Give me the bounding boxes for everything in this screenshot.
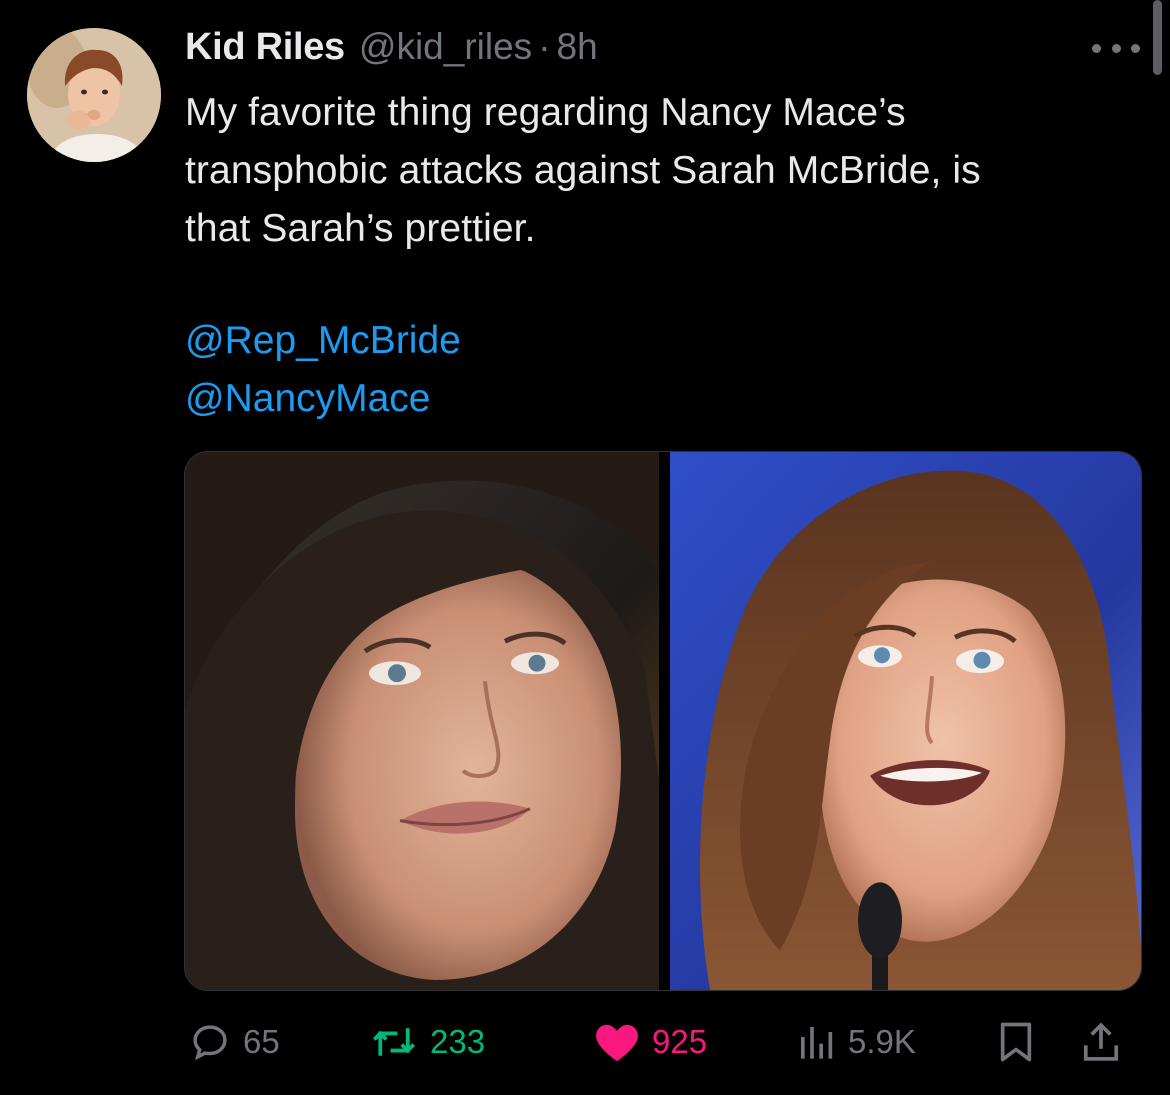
views-count: 5.9K	[848, 1023, 916, 1060]
scrollbar[interactable]	[1153, 0, 1162, 75]
reply-bubble-icon	[193, 1025, 227, 1061]
reply-button[interactable]: 65	[189, 1012, 280, 1072]
more-horizontal-icon-dot	[1131, 43, 1140, 53]
repost-arrows-icon	[372, 1028, 416, 1056]
bookmark-button[interactable]	[996, 1012, 1036, 1072]
like-count: 925	[652, 1023, 708, 1060]
author-handle[interactable]: @kid_riles	[359, 26, 532, 68]
tweet-text-line: that Sarah’s prettier.	[185, 207, 536, 250]
tweet-header: Kid Riles @kid_riles · 8h	[185, 26, 598, 74]
tweet-text-line: My favorite thing regarding Nancy Mace’s	[185, 91, 906, 134]
views-button[interactable]: 5.9K	[796, 1012, 916, 1072]
tweet-timestamp[interactable]: 8h	[557, 26, 598, 68]
mention-link[interactable]: @Rep_McBride	[185, 312, 461, 370]
author-display-name[interactable]: Kid Riles	[185, 26, 345, 69]
tweet-text-line: transphobic attacks against Sarah McBrid…	[185, 149, 981, 192]
heart-filled-icon	[596, 1024, 638, 1062]
tweet[interactable]: Kid Riles @kid_riles · 8h My favorite th…	[0, 0, 1170, 1095]
header-separator: ·	[538, 26, 551, 67]
tweet-text: My favorite thing regarding Nancy Mace’s…	[185, 84, 1145, 258]
media-photo-2[interactable]	[670, 452, 1141, 990]
more-options-button[interactable]	[1092, 38, 1140, 58]
share-upload-icon	[1083, 1022, 1119, 1061]
media-grid	[184, 451, 1142, 991]
like-button[interactable]: 925	[594, 1012, 707, 1072]
more-horizontal-icon	[1092, 43, 1101, 53]
views-bar-chart-icon	[801, 1027, 833, 1059]
media-photo-1[interactable]	[185, 452, 659, 990]
bookmark-icon	[1000, 1022, 1032, 1062]
mention-link[interactable]: @NancyMace	[185, 370, 431, 428]
more-horizontal-icon-dot	[1111, 43, 1121, 53]
repost-count: 233	[430, 1023, 486, 1060]
share-button[interactable]	[1080, 1012, 1122, 1072]
avatar[interactable]	[27, 28, 161, 162]
tweet-actions: 65 233 925 5.9K	[184, 1012, 1144, 1072]
reply-count: 65	[243, 1023, 280, 1060]
repost-button[interactable]: 233	[370, 1012, 485, 1072]
